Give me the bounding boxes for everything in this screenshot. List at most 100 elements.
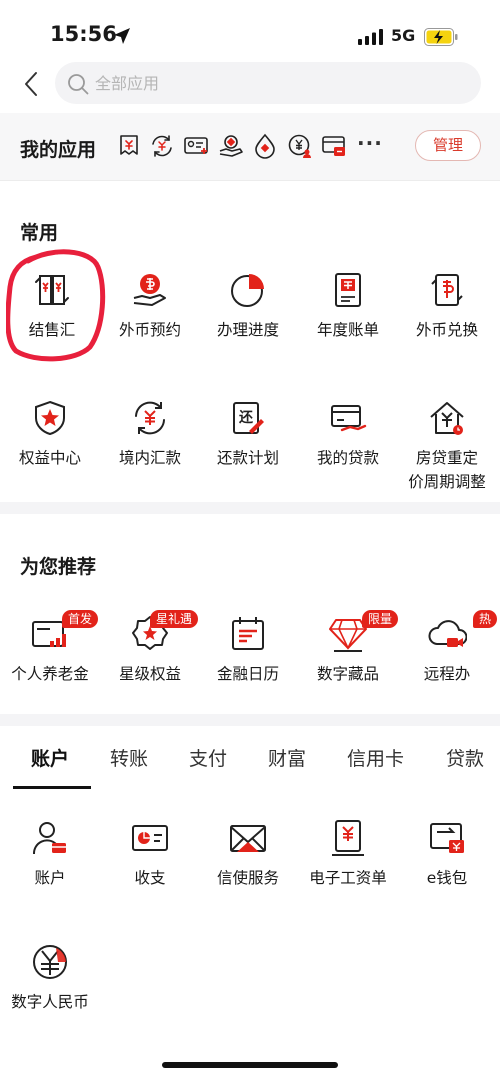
tile-remote-service[interactable]: 热 远程办: [397, 610, 498, 685]
pie-progress-icon: [231, 274, 264, 307]
tile-label: 办理进度: [216, 321, 279, 339]
network-type: 5G: [391, 26, 416, 45]
badge-hot: 热: [473, 610, 498, 628]
search-input[interactable]: [95, 62, 465, 104]
svg-text:还: 还: [238, 409, 254, 426]
tile-finance-calendar[interactable]: 金融日历: [198, 614, 298, 685]
currency-exchange-icon: [431, 274, 463, 306]
tile-digital-rmb[interactable]: 数字人民币: [0, 942, 100, 1013]
tile-label: 外币预约: [118, 321, 181, 339]
wallet-icon: [430, 823, 464, 853]
tab-transfer[interactable]: 转账: [110, 744, 148, 771]
recommend-title: 为您推荐: [20, 556, 97, 578]
category-tabs: 账户 转账 支付 财富 信用卡 贷款: [0, 728, 500, 790]
tile-label: 远程办: [423, 665, 471, 683]
home-indicator: [162, 1062, 338, 1068]
digital-rmb-icon: [33, 945, 67, 979]
badge-limited: 限量: [362, 610, 399, 628]
tab-payment[interactable]: 支付: [189, 744, 227, 771]
badge-star-gift: 星礼遇: [150, 610, 199, 628]
foreign-currency-hand-icon: [133, 274, 166, 306]
tile-account[interactable]: 账户: [0, 818, 100, 889]
tile-label: 金融日历: [216, 665, 279, 683]
tile-label-line2: 价周期调整: [408, 473, 486, 491]
repay-plan-icon: 还: [233, 402, 264, 434]
tile-income-expense[interactable]: 收支: [100, 818, 200, 889]
recommend-section: 为您推荐 首发 个人养老金 星礼遇 星级权益 金融日历 限量 数字藏品 热 远程…: [0, 514, 500, 714]
top-bar: [0, 62, 500, 106]
shield-star-icon: [35, 400, 65, 436]
card-cash-icon[interactable]: [321, 133, 347, 159]
tile-label: 我的贷款: [316, 449, 379, 467]
tile-repay-plan[interactable]: 还 还款计划: [198, 398, 298, 469]
cloud-video-icon: [428, 620, 467, 647]
badge-first-release: 首发: [62, 610, 99, 628]
tile-foreign-currency-booking[interactable]: 外币预约: [100, 270, 200, 341]
tile-star-benefits[interactable]: 星礼遇 星级权益: [100, 610, 200, 685]
battery-charging-icon: [424, 28, 458, 46]
domestic-transfer-icon: [135, 401, 165, 435]
tile-label: 权益中心: [18, 449, 81, 467]
tile-label: 信使服务: [216, 869, 279, 887]
envelope-icon: [230, 825, 266, 852]
tile-label: 收支: [134, 869, 166, 887]
exchange-cycle-icon[interactable]: [149, 133, 175, 159]
tab-account[interactable]: 账户: [31, 744, 69, 771]
tile-label: 数字藏品: [316, 665, 379, 683]
tile-label: 个人养老金: [11, 665, 89, 683]
tile-label: 数字人民币: [11, 993, 89, 1011]
tile-progress[interactable]: 办理进度: [198, 270, 298, 341]
search-icon: [68, 74, 89, 95]
house-loan-icon: [430, 402, 464, 435]
tile-label: e钱包: [426, 869, 468, 887]
manage-button[interactable]: 管理: [415, 130, 481, 161]
annual-bill-icon: [335, 273, 361, 307]
tile-e-wallet[interactable]: e钱包: [397, 818, 497, 889]
tile-messenger-service[interactable]: 信使服务: [198, 818, 298, 889]
payslip-icon: [332, 820, 364, 856]
calendar-icon: [232, 617, 264, 650]
tile-e-payslip[interactable]: 电子工资单: [298, 818, 398, 889]
my-apps-bar: 我的应用 ··· 管理: [0, 113, 500, 181]
section-divider: [0, 502, 500, 514]
tab-wealth[interactable]: 财富: [268, 744, 306, 771]
more-icon[interactable]: ···: [357, 131, 383, 155]
tile-label: 账户: [34, 869, 66, 887]
annotation-circle: [6, 249, 106, 362]
tile-mortgage-reprice[interactable]: 房贷重定 价周期调整: [397, 398, 497, 493]
id-card-icon[interactable]: [183, 133, 209, 159]
user-card-icon: [32, 822, 66, 855]
back-chevron-icon[interactable]: [18, 70, 46, 98]
drop-coin-icon[interactable]: [252, 133, 278, 159]
section-divider: [0, 714, 500, 726]
tile-rights-center[interactable]: 权益中心: [0, 398, 100, 469]
status-bar: 15:56 5G: [0, 0, 500, 70]
hand-coin-icon[interactable]: [218, 133, 244, 159]
tile-domestic-transfer[interactable]: 境内汇款: [100, 398, 200, 469]
income-expense-icon: [132, 825, 168, 851]
tab-loans[interactable]: 贷款: [446, 744, 484, 771]
my-apps-title: 我的应用: [20, 139, 97, 161]
tile-label: 年度账单: [316, 321, 379, 339]
tile-label: 电子工资单: [309, 869, 387, 887]
tile-annual-bill[interactable]: 年度账单: [298, 270, 398, 341]
search-bar[interactable]: [55, 62, 481, 104]
tile-my-loans[interactable]: 我的贷款: [298, 398, 398, 469]
tile-label: 房贷重定: [415, 449, 478, 467]
common-title: 常用: [20, 222, 59, 244]
tile-digital-collectibles[interactable]: 限量 数字藏品: [298, 610, 399, 685]
account-section: 账户 收支 信使服务 电子工资单 e钱包 数字人民币: [0, 792, 500, 1042]
signal-icon: [358, 29, 383, 45]
tile-label: 还款计划: [216, 449, 279, 467]
loan-card-icon: [331, 405, 367, 432]
tile-label: 外币兑换: [415, 321, 478, 339]
tile-personal-pension[interactable]: 首发 个人养老金: [0, 610, 100, 685]
bill-down-icon[interactable]: [116, 133, 142, 159]
tile-label: 境内汇款: [118, 449, 181, 467]
tile-label: 星级权益: [118, 665, 181, 683]
tile-currency-exchange[interactable]: 外币兑换: [397, 270, 497, 341]
tab-credit-card[interactable]: 信用卡: [347, 744, 404, 771]
active-tab-indicator: [13, 786, 91, 789]
location-arrow-icon: [114, 28, 130, 44]
yuan-person-icon[interactable]: [287, 133, 313, 159]
